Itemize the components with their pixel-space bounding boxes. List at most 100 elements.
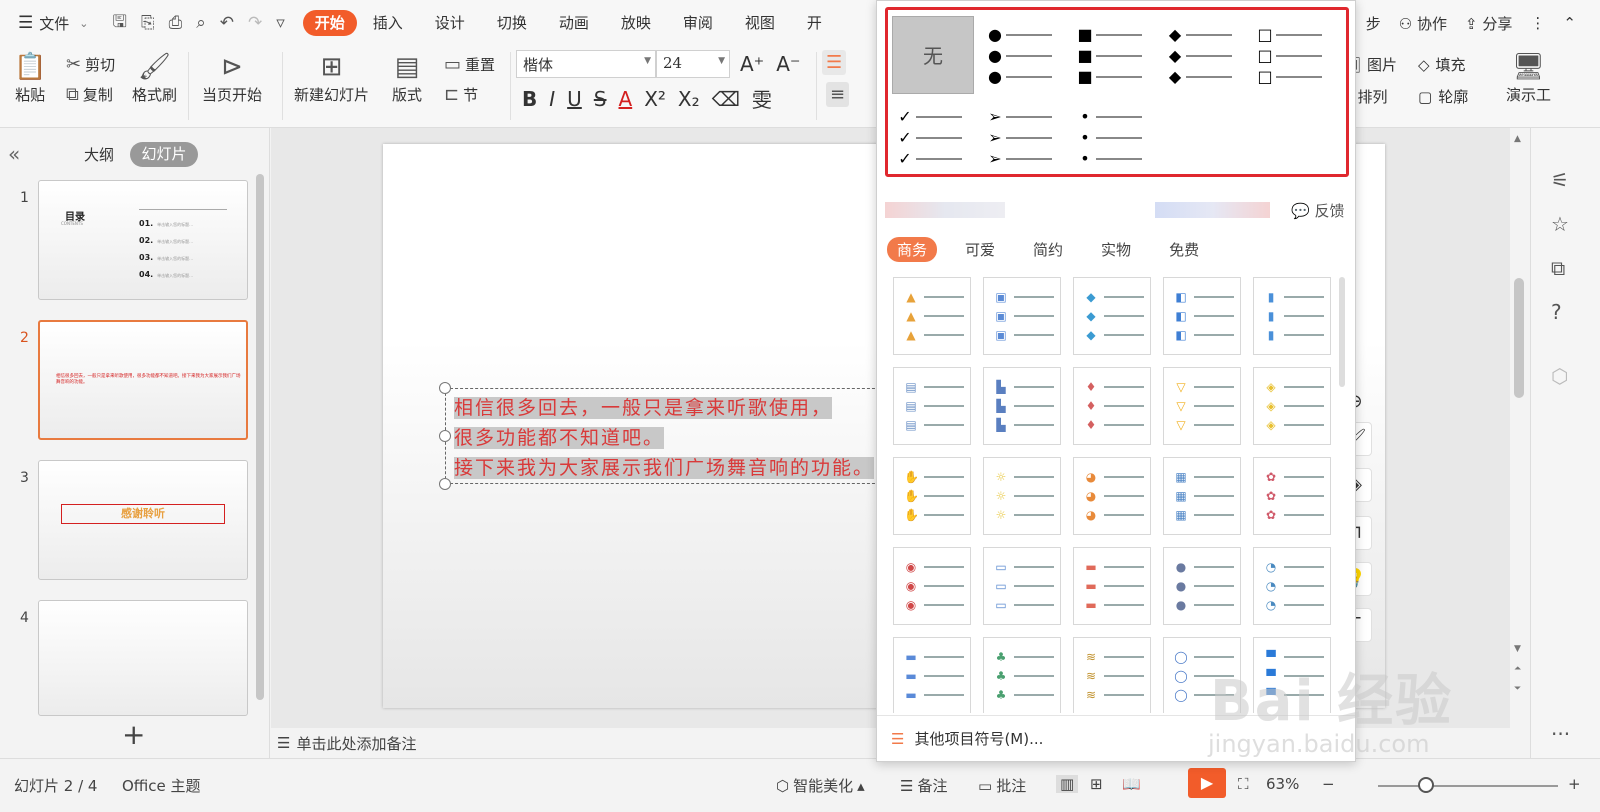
bullet-style-option[interactable]: ▬ ▬ ▬	[893, 637, 971, 713]
bullet-style-option[interactable]: ✿ ✿ ✿	[1253, 457, 1331, 535]
print-icon[interactable]: ⎙	[169, 13, 183, 33]
clear-format-icon[interactable]: ⌫	[712, 87, 740, 111]
zoom-in-icon[interactable]: +	[1568, 775, 1581, 793]
underline-icon[interactable]: U	[567, 87, 582, 111]
zoom-slider-track[interactable]	[1378, 785, 1558, 787]
italic-icon[interactable]: I	[549, 87, 555, 111]
scroll-up-icon[interactable]: ▲	[1514, 134, 1521, 144]
tab-insert[interactable]: 插入	[357, 10, 419, 36]
bullet-style-option[interactable]: ▦ ▦ ▦	[1163, 457, 1241, 535]
bullet-none-option[interactable]: 无	[892, 16, 974, 94]
present-tools-button[interactable]: 🖥 演示工	[1506, 50, 1551, 105]
copy-button[interactable]: ⧉ 复制	[66, 84, 113, 105]
slide-thumbnail-1[interactable]: 目录 CONTENTS 01. 单击输入您的标题... 02. 单击输入您的标题..…	[38, 180, 248, 300]
text-box[interactable]: 相信很多回去，一般只是拿来听歌使用， 很多功能都不知道吧。 接下来我为大家展示我…	[445, 388, 885, 484]
tab-slides[interactable]: 幻灯片	[130, 142, 198, 167]
box-icon[interactable]: ⬡	[1551, 364, 1568, 388]
slide-thumbnail-3[interactable]: 感谢聆听	[38, 460, 248, 580]
font-name-select[interactable]: 楷体 ▼	[516, 50, 656, 78]
bullet-style-option[interactable]: ▭ ▭ ▭	[983, 547, 1061, 625]
font-size-select[interactable]: 24 ▼	[656, 50, 730, 78]
slide-thumbnail-4[interactable]	[38, 600, 248, 716]
bullet-style-option[interactable]: ◈ ◈ ◈	[1253, 367, 1331, 445]
bullet-style-option[interactable]: ♣ ♣ ♣	[983, 637, 1061, 713]
section-button[interactable]: ⊏ 节	[444, 84, 478, 105]
bullet-style-option[interactable]: ◉ ◉ ◉	[893, 547, 971, 625]
tab-transition[interactable]: 切换	[481, 10, 543, 36]
slide-thumbnail-2[interactable]: 相信很多回去，一般只是拿来听歌使用，很多功能都不知道吧。接下来我为大家展示我们广…	[38, 320, 248, 440]
next-slide-icon[interactable]: ⏷	[1514, 684, 1521, 694]
print-preview-icon[interactable]: ⌕	[196, 13, 206, 33]
normal-view-icon[interactable]: ▥	[1056, 775, 1079, 793]
tab-design[interactable]: 设计	[419, 10, 481, 36]
outline-button[interactable]: ▢ 轮廓	[1418, 86, 1468, 107]
category-simple[interactable]: 简约	[1023, 237, 1073, 262]
bullet-option-diamond[interactable]: ◆ ◆ ◆	[1160, 10, 1242, 88]
bullet-option-check[interactable]: ✓ ✓ ✓	[890, 92, 972, 170]
file-menu[interactable]: ☰ 文件 ⌄	[18, 13, 88, 34]
bullets-button[interactable]: ☰	[822, 50, 847, 75]
theme-name[interactable]: Office 主题	[122, 775, 201, 796]
grow-font-icon[interactable]: A⁺	[740, 52, 764, 76]
play-slideshow-button[interactable]: ▶	[1188, 768, 1226, 798]
reset-button[interactable]: ▭ 重置	[444, 54, 495, 75]
category-business[interactable]: 商务	[887, 237, 938, 262]
tab-slideshow[interactable]: 放映	[605, 10, 667, 36]
bullet-style-option[interactable]: ✋ ✋ ✋	[893, 457, 971, 535]
comment-button[interactable]: ▭ 批注	[978, 775, 1026, 796]
redo-icon[interactable]: ↷	[248, 13, 262, 33]
scroll-down-icon[interactable]: ▼	[1514, 644, 1521, 654]
customize-icon[interactable]: ▿	[276, 13, 285, 33]
resize-handle[interactable]	[439, 430, 451, 442]
resize-handle[interactable]	[439, 478, 451, 490]
bullet-style-option[interactable]: ◆ ◆ ◆	[1073, 277, 1151, 355]
paste-button[interactable]: 📋 粘贴	[14, 50, 46, 105]
collab-button[interactable]: ⚇ 协作	[1399, 13, 1447, 34]
bullet-style-option[interactable]: ▽ ▽ ▽	[1163, 367, 1241, 445]
save-icon[interactable]: 🖫	[112, 9, 126, 38]
adjust-icon[interactable]: ⚟	[1551, 168, 1569, 192]
category-objects[interactable]: 实物	[1091, 237, 1141, 262]
from-current-button[interactable]: ⊳ 当页开始	[202, 50, 262, 105]
bullet-style-option[interactable]: ▙ ▙ ▙	[983, 367, 1061, 445]
tab-animation[interactable]: 动画	[543, 10, 605, 36]
sync-label[interactable]: 步	[1366, 13, 1381, 34]
undo-icon[interactable]: ↶	[220, 13, 234, 33]
reading-view-icon[interactable]: 📖	[1122, 775, 1141, 793]
collapse-panel-icon[interactable]: «	[8, 142, 20, 166]
tab-review[interactable]: 审阅	[667, 10, 729, 36]
bullet-option-arrow[interactable]: ➢ ➢ ➢	[980, 92, 1062, 170]
smart-beautify-button[interactable]: ⬡ 智能美化 ▴	[776, 775, 865, 796]
feedback-button[interactable]: 💬 反馈	[1291, 200, 1344, 221]
tab-dev[interactable]: 开	[791, 10, 838, 36]
tab-outline[interactable]: 大纲	[84, 144, 114, 165]
cut-button[interactable]: ✂ 剪切	[66, 54, 115, 75]
notes-button[interactable]: ☰ 备注	[900, 775, 947, 796]
export-icon[interactable]: ⎘	[141, 13, 155, 33]
bold-icon[interactable]: B	[522, 87, 537, 111]
bullet-style-option[interactable]: ≋ ≋ ≋	[1073, 637, 1151, 713]
prev-slide-icon[interactable]: ⏶	[1514, 664, 1521, 674]
superscript-icon[interactable]: X²	[644, 87, 666, 111]
scroll-thumb[interactable]	[1514, 278, 1524, 398]
star-icon[interactable]: ☆	[1551, 212, 1569, 236]
bullet-style-option[interactable]: ▮ ▮ ▮	[1253, 277, 1331, 355]
bullet-style-option[interactable]: ▣ ▣ ▣	[983, 277, 1061, 355]
bullet-option-dot[interactable]: ● ● ●	[980, 10, 1062, 88]
add-slide-icon[interactable]: +	[122, 718, 145, 751]
slides-icon[interactable]: ⧉	[1551, 256, 1565, 280]
resize-handle[interactable]	[439, 382, 451, 394]
grid-view-icon[interactable]: ⊞	[1090, 775, 1103, 793]
new-slide-button[interactable]: ⊞ 新建幻灯片	[294, 50, 369, 105]
collapse-ribbon-icon[interactable]: ⌃	[1563, 14, 1576, 32]
bullet-style-option[interactable]: ◔ ◔ ◔	[1253, 547, 1331, 625]
canvas-scrollbar[interactable]: ▲ ▼ ⏶ ⏷	[1510, 128, 1530, 728]
category-cute[interactable]: 可爱	[955, 237, 1005, 262]
bullet-style-option[interactable]: ◕ ◕ ◕	[1073, 457, 1151, 535]
grid-scrollbar[interactable]	[1339, 277, 1345, 387]
tab-home[interactable]: 开始	[302, 10, 357, 36]
bullet-style-option[interactable]: ▬ ▬ ▬	[1073, 547, 1151, 625]
fill-button[interactable]: ◇ 填充	[1418, 54, 1466, 75]
help-icon[interactable]: ?	[1551, 300, 1562, 324]
category-free[interactable]: 免费	[1159, 237, 1209, 262]
